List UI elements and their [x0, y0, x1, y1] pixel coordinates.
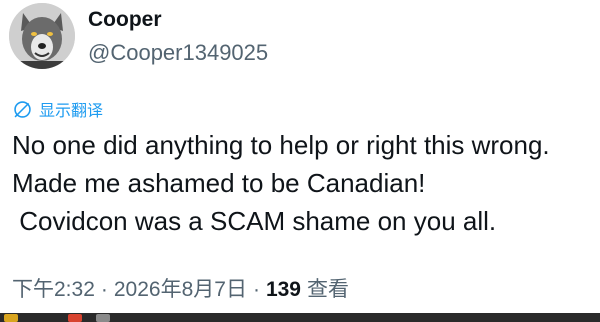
tweet-text-line: No one did anything to help or right thi… — [12, 130, 550, 160]
taskbar-app-icon[interactable] — [68, 314, 82, 322]
tweet-text-line: Made me ashamed to be Canadian! — [12, 168, 426, 198]
tweet-card: Cooper @Cooper1349025 显示翻译 No one did an… — [0, 0, 600, 322]
taskbar-app-icon[interactable] — [96, 314, 110, 322]
author-avatar[interactable] — [9, 3, 75, 69]
views-count[interactable]: 139 — [266, 278, 301, 302]
taskbar-strip — [0, 313, 600, 322]
author-handle[interactable]: @Cooper1349025 — [88, 40, 268, 66]
globe-translate-icon — [14, 100, 31, 118]
meta-separator: · — [252, 278, 260, 301]
tweet-time[interactable]: 下午2:32 — [12, 273, 95, 303]
views-label[interactable]: 查看 — [307, 273, 349, 303]
show-translation-label: 显示翻译 — [39, 103, 104, 120]
author-display-name[interactable]: Cooper — [88, 8, 162, 32]
show-translation-button[interactable]: 显示翻译 — [12, 97, 103, 121]
tweet-date[interactable]: 2026年8月7日 — [114, 273, 247, 303]
meta-separator: · — [100, 278, 108, 301]
tweet-text-line: Covidcon was a SCAM shame on you all. — [12, 206, 497, 236]
tweet-meta: 下午2:32 · 2026年8月7日 · 139 查看 — [12, 273, 349, 303]
wolf-avatar-icon — [9, 3, 75, 69]
taskbar-app-icon[interactable] — [4, 314, 18, 322]
tweet-text: No one did anything to help or right thi… — [12, 126, 596, 240]
